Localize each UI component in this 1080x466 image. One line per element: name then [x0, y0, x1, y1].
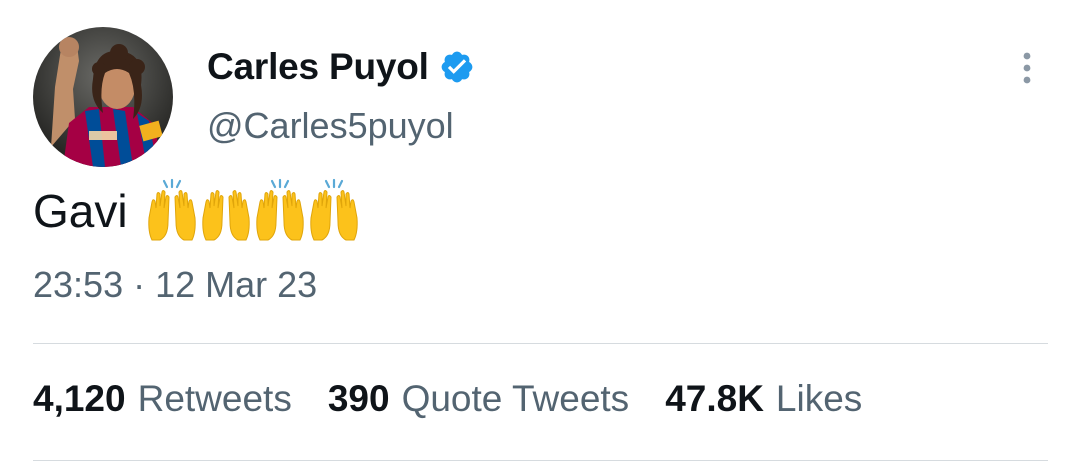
- raising-hands-emoji-icon: [255, 178, 304, 241]
- author-display-name[interactable]: Carles Puyol: [207, 46, 429, 88]
- raising-hands-emoji-icon: [201, 190, 250, 241]
- timestamp-separator: ·: [133, 264, 146, 305]
- emoji-group: [146, 178, 362, 244]
- quote-tweets-stat[interactable]: 390 Quote Tweets: [328, 378, 629, 420]
- author-handle[interactable]: @Carles5puyol: [207, 105, 454, 147]
- tweet-stats: 4,120 Retweets 390 Quote Tweets 47.8K Li…: [33, 378, 898, 420]
- vertical-ellipsis-icon: [1023, 52, 1031, 84]
- author-name-row[interactable]: Carles Puyol: [207, 42, 475, 92]
- likes-stat[interactable]: 47.8K Likes: [665, 378, 862, 420]
- tweet-text-content: Gavi: [33, 185, 128, 237]
- retweets-count: 4,120: [33, 378, 126, 419]
- raising-hands-emoji-icon: [147, 178, 196, 241]
- quote-tweets-label: Quote Tweets: [401, 378, 630, 419]
- divider-bottom: [33, 460, 1048, 461]
- tweet-timestamp[interactable]: 23:53 · 12 Mar 23: [33, 264, 317, 306]
- retweets-label: Retweets: [137, 378, 292, 419]
- author-avatar[interactable]: [33, 27, 173, 167]
- avatar-photo: [33, 27, 173, 167]
- divider-top: [33, 343, 1048, 344]
- retweets-stat[interactable]: 4,120 Retweets: [33, 378, 292, 420]
- likes-label: Likes: [775, 378, 863, 419]
- raising-hands-emoji-icon: [309, 178, 358, 241]
- more-options-button[interactable]: [1012, 48, 1042, 88]
- tweet-date[interactable]: 12 Mar 23: [155, 264, 317, 306]
- tweet-text: Gavi: [33, 176, 362, 246]
- likes-count: 47.8K: [665, 378, 764, 419]
- verified-badge-icon: [441, 51, 473, 83]
- quote-tweets-count: 390: [327, 378, 390, 419]
- tweet-time[interactable]: 23:53: [33, 264, 123, 306]
